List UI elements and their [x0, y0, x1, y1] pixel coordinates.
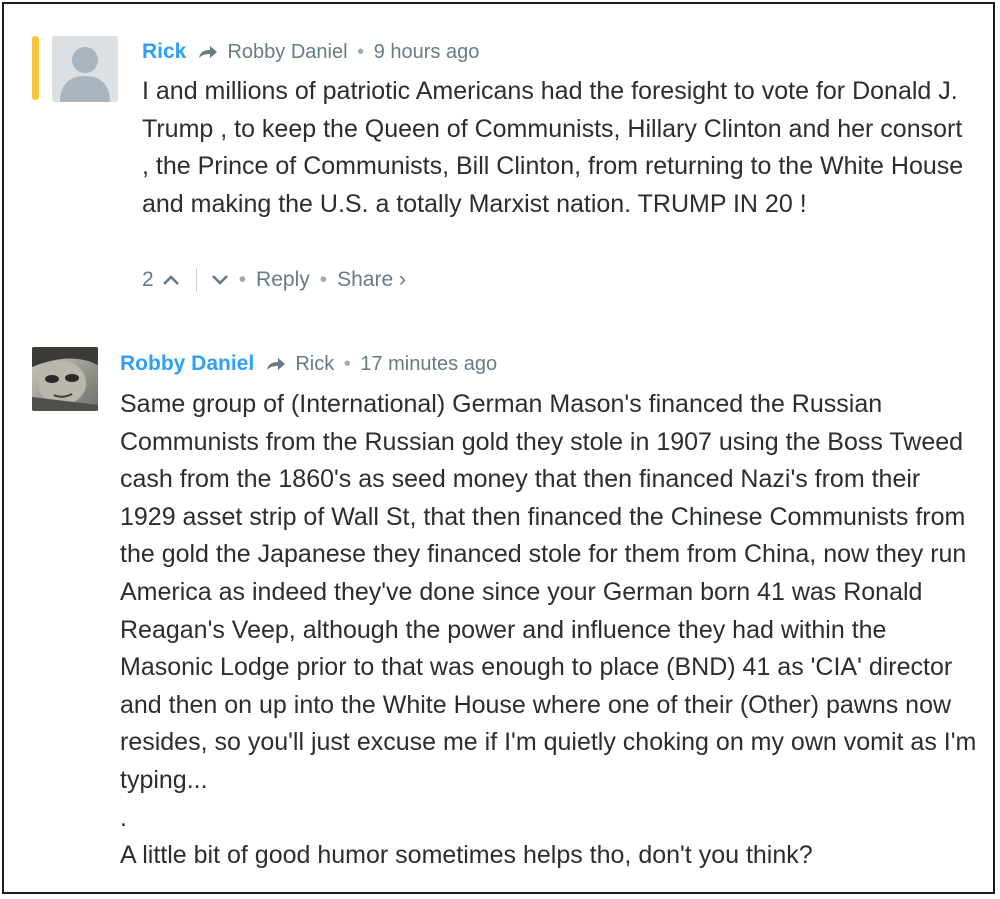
vote-divider: [195, 268, 197, 292]
separator: •: [343, 353, 351, 375]
comment-actions: 2 • Reply • Share ›: [142, 268, 406, 292]
comment-paragraph: .: [120, 803, 127, 832]
comment-body: I and millions of patriotic Americans ha…: [142, 73, 972, 223]
reply-button[interactable]: Reply: [256, 268, 310, 292]
reply-to-name[interactable]: Robby Daniel: [227, 41, 347, 63]
separator: •: [238, 268, 247, 291]
vote-count: 2: [142, 268, 154, 291]
chevron-up-icon[interactable]: [162, 274, 180, 286]
reply-arrow-icon: [266, 355, 286, 378]
comment-meta: Rick Robby Daniel • 9 hours ago: [142, 40, 479, 66]
comment-paragraph: A little bit of good humor sometimes hel…: [120, 841, 813, 870]
avatar-photo-image: [32, 347, 98, 411]
share-button[interactable]: Share ›: [337, 268, 406, 292]
chevron-down-icon[interactable]: [211, 274, 229, 286]
author-name[interactable]: Robby Daniel: [120, 352, 254, 375]
comment-paragraph: Same group of (International) German Mas…: [120, 390, 977, 794]
reply-to-name[interactable]: Rick: [295, 353, 334, 375]
comment-body: Same group of (International) German Mas…: [120, 386, 980, 875]
separator: •: [357, 41, 365, 63]
timestamp[interactable]: 9 hours ago: [374, 41, 480, 63]
avatar-robby-daniel[interactable]: [32, 347, 98, 411]
comment-paragraph: I and millions of patriotic Americans ha…: [142, 77, 964, 218]
comment-meta: Robby Daniel Rick • 17 minutes ago: [120, 352, 497, 378]
timestamp[interactable]: 17 minutes ago: [360, 353, 497, 375]
avatar-rick[interactable]: [52, 36, 118, 102]
author-name[interactable]: Rick: [142, 40, 186, 63]
user-silhouette-icon: [52, 36, 118, 102]
highlight-bar: [32, 36, 39, 100]
reply-arrow-icon: [198, 43, 218, 66]
separator: •: [319, 268, 328, 291]
